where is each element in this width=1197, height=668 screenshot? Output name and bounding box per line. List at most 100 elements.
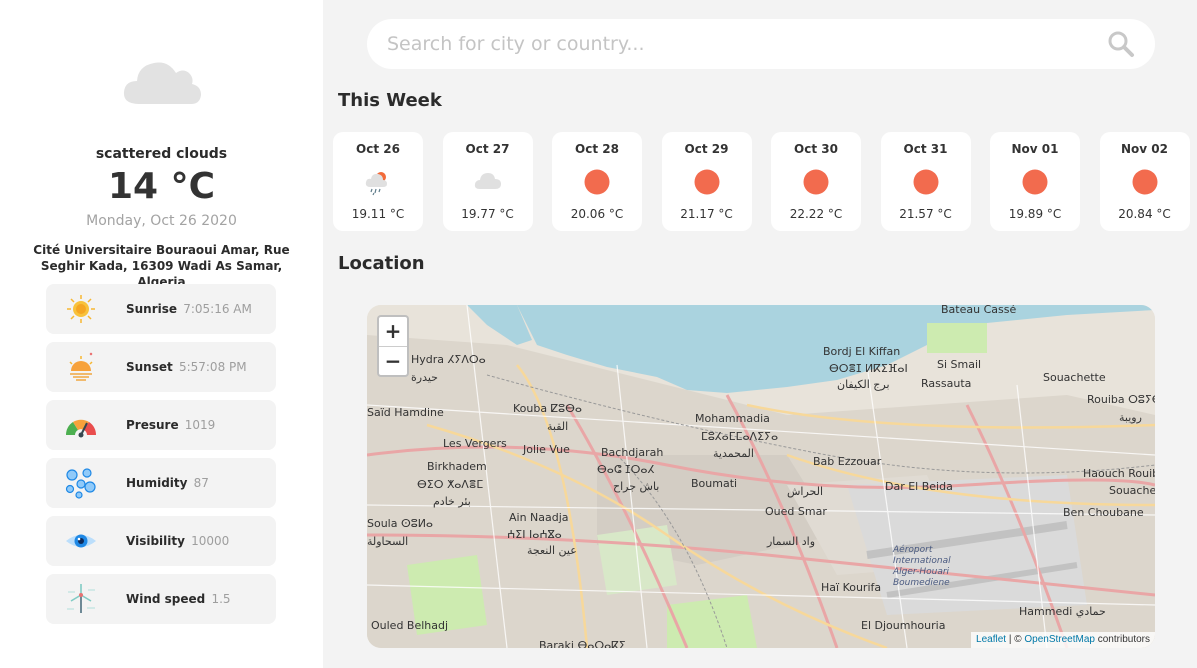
map-label: Haï Kourifa — [821, 581, 882, 594]
search-icon[interactable] — [1107, 30, 1135, 58]
map-label: Bateau Cassé — [941, 305, 1017, 316]
forecast-day[interactable]: Oct 31 21.57 °C — [880, 132, 971, 231]
zoom-out-button[interactable]: − — [379, 346, 407, 375]
sunrise-icon — [67, 295, 95, 323]
map-label: Soula ⵙⵓⵍⴰ — [367, 517, 434, 530]
map-label: Oued Smar — [765, 505, 827, 518]
forecast-day[interactable]: Oct 28 20.06 °C — [552, 132, 642, 231]
forecast-temp: 19.11 °C — [351, 207, 405, 221]
forecast-day[interactable]: Nov 02 20.84 °C — [1099, 132, 1190, 231]
map-label: حيدرة — [411, 371, 438, 384]
forecast-date: Nov 01 — [1011, 142, 1059, 156]
stat-label: Wind speed — [126, 592, 206, 606]
forecast-temp: 20.84 °C — [1118, 207, 1171, 221]
sun-icon — [913, 169, 938, 195]
sun-icon — [1132, 169, 1157, 195]
sun-icon — [694, 169, 719, 195]
weather-stats: Sunrise 7:05:16 AM Sunset 5:57:08 PM Pre… — [46, 284, 276, 632]
leaflet-link[interactable]: Leaflet — [976, 634, 1006, 645]
forecast-date: Nov 02 — [1121, 142, 1168, 156]
stat-label: Visibility — [126, 534, 185, 548]
weather-app: scattered clouds 14 °C Monday, Oct 26 20… — [0, 0, 1197, 668]
map-label: Jolie Vue — [523, 443, 570, 456]
map-label: Rouiba ⵔⵓⵢⴱⴰ — [1087, 393, 1155, 406]
map-label: Souachette — [1043, 371, 1106, 384]
map-label: Haouch Rouiba — [1083, 467, 1155, 480]
map-label: القبة — [547, 420, 569, 433]
forecast-temp: 20.06 °C — [570, 207, 624, 221]
map-label: بئر خادم — [433, 495, 471, 508]
cloud-icon — [474, 173, 501, 189]
forecast-day[interactable]: Oct 27 19.77 °C — [442, 132, 533, 231]
current-date: Monday, Oct 26 2020 — [86, 213, 237, 229]
stat-pressure: Presure 1019 — [46, 400, 276, 450]
map-label: الحراش — [787, 485, 824, 498]
map-label: برج الكيفان — [837, 378, 890, 391]
map-label: ⴱⵉⵔ ⵅⴰⴷⴻⵎ — [417, 478, 484, 491]
stat-visibility: Visibility 10000 — [46, 516, 276, 566]
forecast-temp: 19.77 °C — [461, 207, 514, 221]
humidity-icon — [65, 468, 96, 499]
section-title-week: This Week — [338, 90, 442, 111]
current-address: Cité Universitaire Bouraoui Amar, Rue Se… — [33, 243, 290, 289]
forecast-date: Oct 29 — [684, 142, 729, 156]
sun-icon — [584, 169, 610, 195]
forecast-date: Oct 28 — [575, 142, 619, 156]
attribution-separator: | © — [1006, 634, 1025, 645]
map-label: Souachet — [1109, 484, 1155, 497]
stat-label: Sunset — [126, 360, 173, 374]
gauge-icon — [65, 419, 97, 438]
map-label: Ain Naadja — [509, 511, 569, 524]
map-label: Hydra ⵃⵢⴷⵔⴰ — [411, 353, 486, 366]
stat-sunset: Sunset 5:57:08 PM — [46, 342, 276, 392]
weather-condition: scattered clouds — [95, 146, 228, 162]
map-label: Birkhadem — [427, 460, 487, 473]
forecast-date: Oct 27 — [465, 142, 510, 156]
location-map[interactable]: Bateau Cassé Bordj El Kiffan ⴱⵔⴻⵊ ⵍⴽⵉⴼⴰⵏ… — [367, 305, 1155, 648]
stat-value: 1019 — [184, 418, 216, 432]
map-label: المحمدية — [713, 447, 754, 460]
map-label: باش جراح — [613, 480, 660, 493]
map-label: Les Vergers — [443, 437, 507, 450]
forecast-temp: 21.57 °C — [899, 207, 952, 221]
forecast-temp: 19.89 °C — [1008, 207, 1062, 221]
map-label: ⵄⵉⵏ ⵏⴰⵄⴵⴰ — [507, 528, 562, 541]
current-temperature: 14 °C — [107, 166, 216, 207]
week-forecast: Oct 26 19.11 °C Oct 27 19.77 °C Oct 28 2… — [333, 132, 1190, 231]
forecast-date: Oct 31 — [903, 142, 948, 156]
stat-label: Sunrise — [126, 302, 178, 316]
eye-icon — [66, 534, 96, 548]
map-label: Ben Choubane — [1063, 506, 1144, 519]
map-label: Si Smail — [937, 358, 982, 371]
stat-sunrise: Sunrise 7:05:16 AM — [46, 284, 276, 334]
forecast-date: Oct 30 — [794, 142, 838, 156]
forecast-day[interactable]: Oct 30 22.22 °C — [771, 132, 861, 231]
forecast-date: Oct 26 — [356, 142, 400, 156]
map-label: Bab Ezzouar — [813, 455, 882, 468]
map-label: واد السمار — [767, 535, 816, 548]
forecast-day[interactable]: Oct 26 19.11 °C — [333, 132, 423, 231]
osm-link[interactable]: OpenStreetMap — [1024, 634, 1095, 645]
search-input[interactable] — [367, 19, 1155, 69]
map-label: السحاولة — [367, 535, 409, 548]
zoom-in-button[interactable]: + — [379, 317, 407, 346]
stat-label: Presure — [126, 418, 179, 432]
stat-label: Humidity — [126, 476, 188, 490]
wind-turbine-icon — [67, 584, 95, 613]
rain-sun-icon — [365, 172, 387, 196]
attribution-suffix: contributors — [1094, 634, 1150, 645]
stat-value: 87 — [193, 476, 209, 490]
map-label: Rassauta — [921, 377, 972, 390]
map-label: Dar El Beida — [885, 480, 953, 493]
sun-icon — [1022, 169, 1048, 195]
forecast-day[interactable]: Oct 29 21.17 °C — [661, 132, 752, 231]
sunset-icon — [69, 352, 93, 381]
stat-value: 5:57:08 PM — [178, 360, 247, 374]
map-label: ⴱⵔⴻⵊ ⵍⴽⵉⴼⴰⵏ — [829, 362, 908, 375]
cloud-icon — [123, 62, 201, 104]
map-label: Hammedi حمادي — [1019, 605, 1106, 618]
map-label: Bachdjarah — [601, 446, 664, 459]
forecast-day[interactable]: Nov 01 19.89 °C — [990, 132, 1080, 231]
map-label: ⵎⵓⵃⴰⵎⵎⴰⴷⵉⵢⴰ — [701, 430, 779, 443]
map-label: Aéroport International Alger-Houari Boum… — [893, 545, 951, 588]
